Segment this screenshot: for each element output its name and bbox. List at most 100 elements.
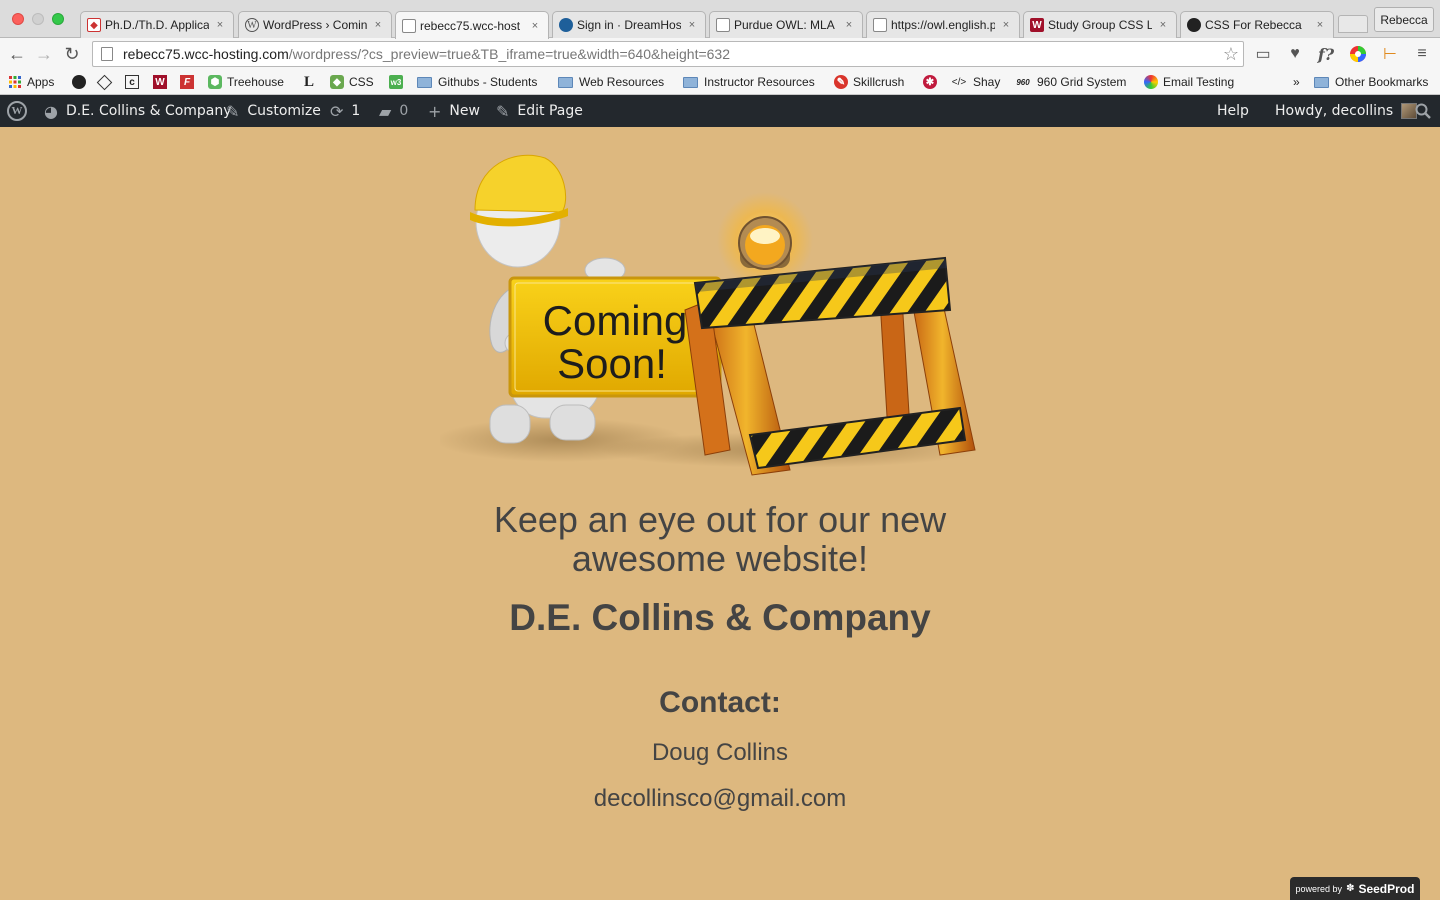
tab-study-group[interactable]: W Study Group CSS La × — [1023, 11, 1177, 38]
bookmark-shay[interactable]: </> Shay — [950, 73, 1001, 91]
bookmarks-bar: Apps c W F ⬢ Treehouse L ◆ CSS w3 Github… — [0, 70, 1440, 95]
w-icon: W — [1030, 18, 1044, 32]
close-tab-icon[interactable]: × — [371, 19, 385, 31]
close-tab-icon[interactable]: × — [528, 20, 542, 32]
minimize-window-button[interactable] — [32, 13, 44, 25]
tagline-line-2: awesome website! — [571, 538, 869, 579]
bookmark-githubs-students[interactable]: Githubs - Students — [417, 73, 537, 91]
color-picker-icon[interactable] — [1347, 43, 1369, 65]
close-tab-icon[interactable]: × — [685, 19, 699, 31]
bookmark-bug[interactable]: ✱ — [923, 73, 942, 91]
bookmark-other-bookmarks[interactable]: Other Bookmarks — [1314, 73, 1428, 91]
tab-wordpress-coming[interactable]: W WordPress › Coming × — [238, 11, 392, 38]
cast-icon[interactable]: ▭ — [1252, 43, 1274, 65]
bookmark-fiddle[interactable]: F — [180, 73, 199, 91]
browser-toolbar: ← → ↻ rebecc75.wcc-hosting.com/wordpress… — [0, 38, 1440, 70]
bookmark-github[interactable] — [72, 73, 91, 91]
site-name-link[interactable]: ◕ D.E. Collins & Company — [44, 95, 232, 127]
css-icon: ◆ — [330, 75, 344, 89]
bookmark-apps[interactable]: Apps — [8, 73, 54, 91]
fiddle-icon: F — [180, 75, 194, 89]
edit-page-link[interactable]: ✎ Edit Page — [496, 95, 583, 127]
github-icon — [1187, 18, 1201, 32]
tab-owl-english[interactable]: https://owl.english.p × — [866, 11, 1020, 38]
cl-icon: c — [125, 75, 139, 89]
measure-tool-icon[interactable]: ⊢ — [1379, 43, 1401, 65]
forward-arrow-icon[interactable]: → — [33, 43, 55, 65]
bookmarks-overflow-chevron[interactable]: » — [1293, 73, 1300, 91]
bookmark-skillcrush[interactable]: ✎ Skillcrush — [834, 73, 904, 91]
powered-by-seedprod-badge[interactable]: powered by ✽ SeedProd — [1290, 877, 1420, 900]
contact-name: Doug Collins — [651, 739, 789, 766]
bookmark-web-resources[interactable]: Web Resources — [558, 73, 664, 91]
tagline: Keep an eye out for our new awesome webs… — [420, 500, 1020, 578]
close-tab-icon[interactable]: × — [842, 19, 856, 31]
bookmark-l[interactable]: L — [302, 73, 321, 91]
plus-icon: + — [428, 101, 442, 121]
tab-phd-application[interactable]: ◆ Ph.D./Th.D. Applica × — [80, 11, 234, 38]
tab-dreamhost[interactable]: Sign in · DreamHost × — [552, 11, 706, 38]
paintbrush-icon: ✎ — [226, 101, 240, 121]
w3-icon: w3 — [389, 75, 403, 89]
reload-icon[interactable]: ↻ — [61, 43, 83, 65]
account-menu[interactable]: Howdy, decollins — [1275, 95, 1418, 127]
sign-line-1: Coming — [543, 297, 688, 344]
apps-grid-icon — [8, 75, 22, 89]
tagline-line-1: Keep an eye out for our new — [493, 499, 947, 540]
folder-icon — [417, 76, 432, 88]
address-bar[interactable]: rebecc75.wcc-hosting.com/wordpress/?cs_p… — [92, 41, 1244, 67]
search-icon[interactable] — [1415, 95, 1431, 127]
wp-admin-bar: W ◕ D.E. Collins & Company ✎ Customize ⟳… — [0, 95, 1440, 127]
wp-logo-menu[interactable]: W — [7, 95, 27, 127]
close-window-button[interactable] — [12, 13, 24, 25]
back-arrow-icon[interactable]: ← — [6, 43, 28, 65]
pocket-icon[interactable]: ♥ — [1284, 43, 1306, 65]
updates-link[interactable]: ⟳ 1 — [330, 95, 360, 127]
folder-icon — [1314, 76, 1329, 88]
contact-email: decollinsco@gmail.com — [593, 785, 847, 812]
page-icon — [716, 18, 730, 32]
folder-icon — [683, 76, 698, 88]
code-icon: </> — [951, 76, 967, 88]
tab-rebecc75[interactable]: rebecc75.wcc-host × — [395, 11, 549, 39]
close-tab-icon[interactable]: × — [1313, 19, 1327, 31]
new-tab-button[interactable] — [1338, 15, 1368, 33]
comments-link[interactable]: ▰ 0 — [379, 95, 408, 127]
menu-icon[interactable]: ≡ — [1411, 43, 1433, 65]
font-inspector-icon[interactable]: f? — [1315, 43, 1337, 65]
bookmark-codepen[interactable] — [96, 73, 115, 91]
skillcrush-icon: ✎ — [834, 75, 848, 89]
bug-icon: ✱ — [923, 75, 937, 89]
close-tab-icon[interactable]: × — [999, 19, 1013, 31]
github-icon — [72, 75, 86, 89]
bookmark-w[interactable]: W — [153, 73, 172, 91]
bookmark-960-grid[interactable]: 960 960 Grid System — [1014, 73, 1126, 91]
tab-purdue-owl[interactable]: Purdue OWL: MLA F × — [709, 11, 863, 38]
w-icon: W — [153, 75, 167, 89]
bookmark-email-testing[interactable]: Email Testing — [1144, 73, 1234, 91]
profile-button[interactable]: Rebecca — [1374, 7, 1434, 32]
folder-icon — [558, 76, 573, 88]
codepen-icon — [96, 74, 113, 90]
page-icon — [402, 18, 416, 33]
url-host: rebecc75.wcc-hosting.com — [123, 46, 289, 62]
close-tab-icon[interactable]: × — [1156, 19, 1170, 31]
help-link[interactable]: Help — [1217, 95, 1249, 127]
document-icon: ◆ — [87, 18, 101, 32]
new-content-link[interactable]: + New — [428, 95, 480, 127]
close-tab-icon[interactable]: × — [213, 19, 227, 31]
page-info-icon[interactable] — [101, 47, 113, 61]
customize-link[interactable]: ✎ Customize — [226, 95, 321, 127]
bookmark-star-icon[interactable]: ☆ — [1223, 44, 1239, 65]
tab-strip: ◆ Ph.D./Th.D. Applica × W WordPress › Co… — [0, 0, 1440, 39]
bookmark-instructor-resources[interactable]: Instructor Resources — [683, 73, 815, 91]
powered-by-label: powered by — [1295, 883, 1343, 894]
bookmark-cl[interactable]: c — [125, 73, 144, 91]
bookmark-w3[interactable]: w3 — [389, 73, 408, 91]
page-icon — [873, 18, 887, 32]
bookmark-treehouse[interactable]: ⬢ Treehouse — [208, 73, 284, 91]
sign-line-2: Soon! — [557, 340, 667, 387]
bookmark-css[interactable]: ◆ CSS — [330, 73, 374, 91]
tab-css-for-rebecca[interactable]: CSS For Rebecca × — [1180, 11, 1334, 38]
zoom-window-button[interactable] — [52, 13, 64, 25]
